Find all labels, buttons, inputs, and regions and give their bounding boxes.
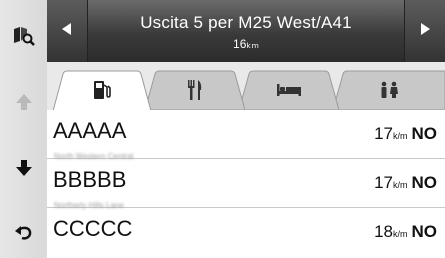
tab-food[interactable]	[145, 70, 245, 110]
poi-distance: 18	[374, 222, 393, 241]
list-item[interactable]: BBBBB Northerly Hills Lane 17 k/m NO	[47, 159, 445, 210]
poi-address: Northerly Hills Lane	[54, 201, 124, 210]
scroll-down-button[interactable]	[0, 146, 47, 190]
previous-exit-button[interactable]	[47, 0, 88, 62]
scroll-up-button[interactable]	[0, 80, 47, 124]
poi-status: NO	[411, 173, 438, 192]
exit-title: Uscita 5 per M25 West/A41	[140, 13, 352, 32]
back-icon	[14, 222, 34, 242]
poi-distance-unit: k/m	[393, 131, 408, 141]
gas-pump-icon	[93, 80, 111, 100]
arrow-up-icon	[15, 93, 33, 111]
poi-info: 17 k/m NO	[374, 173, 437, 193]
poi-name: CCCCC	[53, 216, 133, 241]
poi-name: AAAAA	[53, 118, 127, 143]
tab-lodging[interactable]	[239, 70, 339, 110]
poi-distance-unit: k/m	[393, 180, 408, 190]
poi-distance: 17	[374, 124, 393, 143]
fork-knife-icon	[187, 80, 203, 100]
header-bar: Uscita 5 per M25 West/A41 16ₖₘ	[47, 0, 445, 64]
poi-status: NO	[411, 124, 438, 143]
poi-info: 18 k/m NO	[374, 222, 437, 242]
poi-address: North Western Central	[54, 152, 134, 161]
poi-distance: 17	[374, 173, 393, 192]
map-search-icon	[12, 24, 36, 48]
back-button[interactable]	[0, 210, 47, 254]
tab-restroom[interactable]	[333, 70, 445, 110]
arrow-down-icon	[15, 159, 33, 177]
chevron-left-icon	[62, 22, 72, 40]
bed-icon	[277, 83, 301, 97]
next-exit-button[interactable]	[404, 0, 445, 62]
map-search-button[interactable]	[0, 14, 47, 58]
tab-gas[interactable]	[53, 70, 151, 111]
poi-status: NO	[411, 222, 438, 241]
poi-name: BBBBB	[53, 167, 127, 192]
poi-distance-unit: k/m	[393, 229, 408, 239]
category-tabs	[47, 62, 445, 111]
restroom-icon	[378, 81, 400, 99]
poi-info: 17 k/m NO	[374, 124, 437, 144]
list-item[interactable]: CCCCC 18 k/m NO	[47, 208, 445, 256]
exit-distance: 16ₖₘ	[233, 37, 259, 51]
poi-list: AAAAA North Western Central 17 k/m NO BB…	[47, 110, 445, 258]
chevron-right-icon	[420, 22, 430, 40]
left-rail	[0, 0, 48, 258]
header-text: Uscita 5 per M25 West/A41 16ₖₘ	[87, 0, 405, 62]
list-item[interactable]: AAAAA North Western Central 17 k/m NO	[47, 110, 445, 161]
